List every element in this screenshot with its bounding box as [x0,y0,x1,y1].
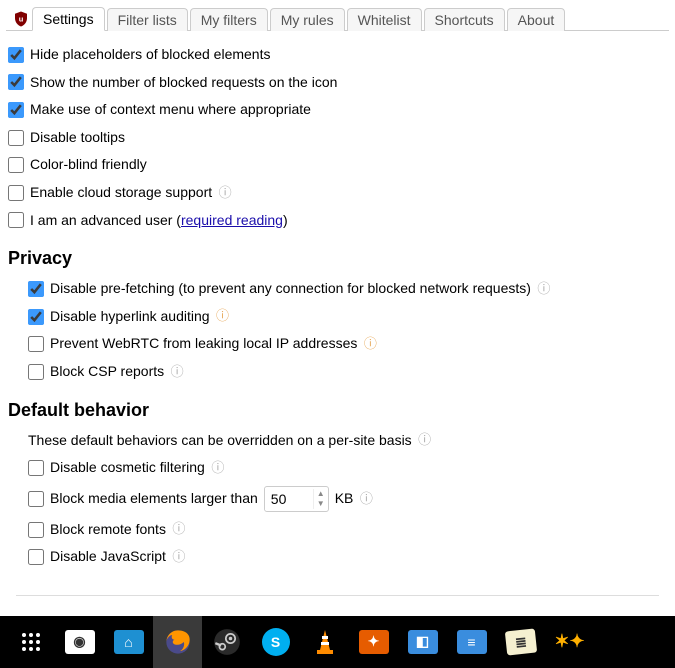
label-remote-fonts: Block remote fonts [50,520,166,540]
taskbar-app-orange[interactable]: ✦ [349,616,398,668]
svg-text:u: u [19,14,24,23]
checkbox-webrtc[interactable] [28,336,44,352]
divider [16,595,659,596]
taskbar-files[interactable]: ⌂ [104,616,153,668]
checkbox-prefetch[interactable] [28,281,44,297]
document-icon: ≡ [457,630,487,654]
checkbox-disable-tooltips[interactable] [8,130,24,146]
info-icon[interactable]: ⓘ [359,492,373,506]
taskbar-skype[interactable]: S [251,616,300,668]
label-block-media-unit: KB [335,489,354,509]
taskbar-firefox[interactable] [153,616,202,668]
label-webrtc: Prevent WebRTC from leaking local IP add… [50,334,357,354]
firefox-icon [164,628,192,656]
label-cloud-storage: Enable cloud storage support [30,183,212,203]
info-icon[interactable]: ⓘ [170,365,184,379]
required-reading-link[interactable]: required reading [181,212,283,228]
vlc-cone-icon [312,628,338,656]
tab-my-rules-label: My rules [281,12,334,28]
info-icon[interactable]: ⓘ [418,433,432,447]
apps-grid-icon [22,633,40,651]
checkbox-cloud-storage[interactable] [8,185,24,201]
tab-about[interactable]: About [507,8,566,31]
camera-icon: ◉ [65,630,95,654]
label-context-menu: Make use of context menu where appropria… [30,100,311,120]
taskbar-apps[interactable] [6,616,55,668]
label-prefetch: Disable pre-fetching (to prevent any con… [50,279,531,299]
checkbox-disable-js[interactable] [28,549,44,565]
info-icon[interactable]: ⓘ [216,310,230,324]
checkbox-color-blind[interactable] [8,157,24,173]
orange-app-icon: ✦ [359,630,389,654]
tab-settings[interactable]: Settings [32,7,105,31]
taskbar-vlc[interactable] [300,616,349,668]
media-size-input[interactable] [265,488,313,510]
checkbox-hide-placeholders[interactable] [8,47,24,63]
default-behavior-desc: These default behaviors can be overridde… [28,431,412,451]
checkbox-remote-fonts[interactable] [28,522,44,538]
tab-whitelist-label: Whitelist [358,12,411,28]
label-disable-tooltips: Disable tooltips [30,128,125,148]
stepper-down-icon[interactable]: ▼ [314,499,328,509]
media-size-input-wrap: ▲ ▼ [264,486,329,512]
checkbox-hyperlink-audit[interactable] [28,309,44,325]
label-show-count: Show the number of blocked requests on t… [30,73,337,93]
tab-filter-lists[interactable]: Filter lists [107,8,188,31]
tab-about-label: About [518,12,555,28]
checkbox-csp[interactable] [28,364,44,380]
tab-shortcuts[interactable]: Shortcuts [424,8,505,31]
checkbox-context-menu[interactable] [8,102,24,118]
label-hide-placeholders: Hide placeholders of blocked elements [30,45,270,65]
taskbar: ◉ ⌂ S ✦ ◧ ≡ ≣ [0,616,675,668]
info-icon[interactable]: ⓘ [211,461,225,475]
label-hyperlink-audit: Disable hyperlink auditing [50,307,210,327]
tab-my-rules[interactable]: My rules [270,8,345,31]
tab-my-filters-label: My filters [201,12,257,28]
taskbar-notes[interactable]: ≣ [496,616,545,668]
label-cosmetic-filtering: Disable cosmetic filtering [50,458,205,478]
tab-shortcuts-label: Shortcuts [435,12,494,28]
tab-my-filters[interactable]: My filters [190,8,268,31]
info-icon[interactable]: ⓘ [363,337,377,351]
taskbar-document[interactable]: ≡ [447,616,496,668]
checkbox-cosmetic-filtering[interactable] [28,460,44,476]
checkbox-block-media[interactable] [28,491,44,507]
checkbox-advanced-user[interactable] [8,212,24,228]
privacy-heading: Privacy [8,248,667,269]
info-icon[interactable]: ⓘ [218,186,232,200]
files-icon: ⌂ [114,630,144,654]
tab-filter-lists-label: Filter lists [118,12,177,28]
info-icon[interactable]: ⓘ [172,523,186,537]
tabs-bar: u Settings Filter lists My filters My ru… [6,6,669,31]
label-disable-js: Disable JavaScript [50,547,166,567]
skype-icon: S [262,628,290,656]
label-color-blind: Color-blind friendly [30,155,147,175]
settings-panel: Hide placeholders of blocked elements Sh… [6,31,669,596]
taskbar-app-last[interactable]: ✶✦ [545,616,594,668]
ublock-shield-icon: u [12,10,30,28]
star-app-icon: ✶✦ [555,630,585,654]
tab-settings-label: Settings [43,11,94,27]
stepper-up-icon[interactable]: ▲ [314,489,328,499]
checkbox-show-count[interactable] [8,74,24,90]
label-csp: Block CSP reports [50,362,164,382]
tab-whitelist[interactable]: Whitelist [347,8,422,31]
label-block-media-pre: Block media elements larger than [50,489,258,509]
label-advanced-user: I am an advanced user (required reading) [30,211,288,231]
taskbar-screenshot[interactable]: ◉ [55,616,104,668]
default-behavior-heading: Default behavior [8,400,667,421]
taskbar-steam[interactable] [202,616,251,668]
info-icon[interactable]: ⓘ [537,282,551,296]
taskbar-app-blue[interactable]: ◧ [398,616,447,668]
steam-icon [213,628,241,656]
info-icon[interactable]: ⓘ [172,550,186,564]
blue-app-icon: ◧ [408,630,438,654]
notes-icon: ≣ [504,628,536,655]
